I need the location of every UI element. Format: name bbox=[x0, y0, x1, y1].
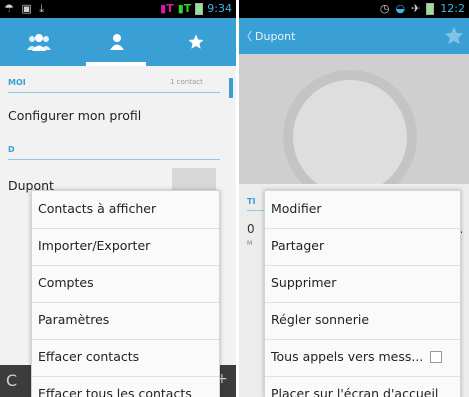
tab-contacts[interactable] bbox=[78, 18, 156, 66]
contact-photo bbox=[239, 54, 469, 184]
configure-profile-label: Configurer mon profil bbox=[8, 108, 142, 123]
menu-item-label: Effacer tous les contacts bbox=[38, 386, 192, 397]
battery-icon bbox=[426, 2, 435, 15]
menu-item-share[interactable]: Partager bbox=[265, 228, 460, 266]
menu-item-set-ringtone[interactable]: Régler sonnerie bbox=[265, 302, 460, 340]
status-bar: ◷ ◒ ✈ 12:2 bbox=[239, 0, 469, 18]
contact-count: 1 contact bbox=[170, 78, 203, 86]
sim1-signal-icon: ▮T bbox=[160, 2, 174, 15]
menu-item-accounts[interactable]: Comptes bbox=[32, 265, 219, 303]
section-divider bbox=[8, 92, 220, 93]
partial-letter: C bbox=[6, 371, 18, 390]
menu-item-label: Modifier bbox=[271, 201, 322, 216]
menu-item-edit[interactable]: Modifier bbox=[265, 191, 460, 229]
voicemail-checkbox[interactable] bbox=[430, 351, 442, 363]
back-button[interactable]: 〈 Dupont bbox=[241, 18, 295, 54]
menu-item-label: Supprimer bbox=[271, 275, 337, 290]
section-header-d: D bbox=[8, 145, 15, 154]
scroll-indicator[interactable] bbox=[229, 78, 233, 98]
overflow-menu: Modifier Partager Supprimer Régler sonne… bbox=[264, 190, 461, 397]
notification-icons: ☂ ▣ ⤓ bbox=[4, 2, 47, 15]
menu-item-label: Contacts à afficher bbox=[38, 201, 157, 216]
partial-section-header: TI bbox=[247, 197, 256, 206]
menu-item-label: Paramètres bbox=[38, 312, 110, 327]
group-icon bbox=[27, 34, 51, 51]
alarm-icon: ◷ bbox=[379, 2, 390, 15]
menu-item-contacts-to-display[interactable]: Contacts à afficher bbox=[32, 191, 219, 229]
overflow-menu: Contacts à afficher Importer/Exporter Co… bbox=[31, 190, 220, 397]
menu-item-place-on-home[interactable]: Placer sur l'écran d'accueil bbox=[265, 376, 460, 397]
menu-item-label: Effacer contacts bbox=[38, 349, 140, 364]
section-divider bbox=[8, 159, 220, 160]
menu-item-clear-contacts[interactable]: Effacer contacts bbox=[32, 339, 219, 377]
contact-detail-screen: ◷ ◒ ✈ 12:2 〈 Dupont TI 0 M r Modifier Pa… bbox=[239, 0, 469, 397]
menu-item-clear-all-contacts[interactable]: Effacer tous les contacts bbox=[32, 376, 219, 397]
configure-profile-row[interactable]: Configurer mon profil bbox=[0, 98, 236, 138]
menu-item-settings[interactable]: Paramètres bbox=[32, 302, 219, 340]
sim2-signal-icon: ▮T bbox=[177, 2, 192, 15]
menu-item-label: Tous appels vers mess... bbox=[271, 349, 424, 364]
status-time: 12:2 bbox=[440, 2, 465, 15]
status-bar: ☂ ▣ ⤓ ▮T ▮T 9:34 bbox=[0, 0, 236, 18]
partial-sub: M bbox=[247, 240, 253, 247]
contact-title: Dupont bbox=[255, 29, 296, 43]
tab-groups[interactable] bbox=[0, 18, 78, 66]
menu-item-label: Comptes bbox=[38, 275, 94, 290]
menu-item-delete[interactable]: Supprimer bbox=[265, 265, 460, 303]
menu-item-all-calls-voicemail[interactable]: Tous appels vers mess... bbox=[265, 339, 460, 377]
favorite-star-button[interactable] bbox=[443, 25, 465, 51]
wifi-icon: ◒ bbox=[395, 2, 406, 15]
tab-indicator bbox=[86, 62, 146, 66]
person-icon bbox=[110, 34, 124, 50]
star-icon bbox=[444, 26, 464, 45]
partial-digit: 0 bbox=[247, 222, 255, 236]
tab-favorites[interactable] bbox=[156, 18, 236, 66]
battery-icon bbox=[195, 2, 204, 15]
menu-item-label: Importer/Exporter bbox=[38, 238, 151, 253]
chevron-left-icon: 〈 bbox=[241, 30, 252, 43]
action-bar: 〈 Dupont bbox=[239, 18, 469, 54]
contacts-screen: ☂ ▣ ⤓ ▮T ▮T 9:34 MOI 1 contact Configure… bbox=[0, 0, 236, 397]
menu-item-label: Régler sonnerie bbox=[271, 312, 370, 327]
section-header-moi: MOI bbox=[8, 78, 26, 87]
status-time: 9:34 bbox=[207, 2, 232, 15]
star-icon bbox=[188, 34, 204, 49]
avatar-placeholder-icon bbox=[283, 70, 417, 184]
menu-item-import-export[interactable]: Importer/Exporter bbox=[32, 228, 219, 266]
airplane-icon: ✈ bbox=[411, 2, 421, 15]
menu-item-label: Placer sur l'écran d'accueil bbox=[271, 386, 439, 397]
menu-item-label: Partager bbox=[271, 238, 325, 253]
tab-bar bbox=[0, 18, 236, 66]
